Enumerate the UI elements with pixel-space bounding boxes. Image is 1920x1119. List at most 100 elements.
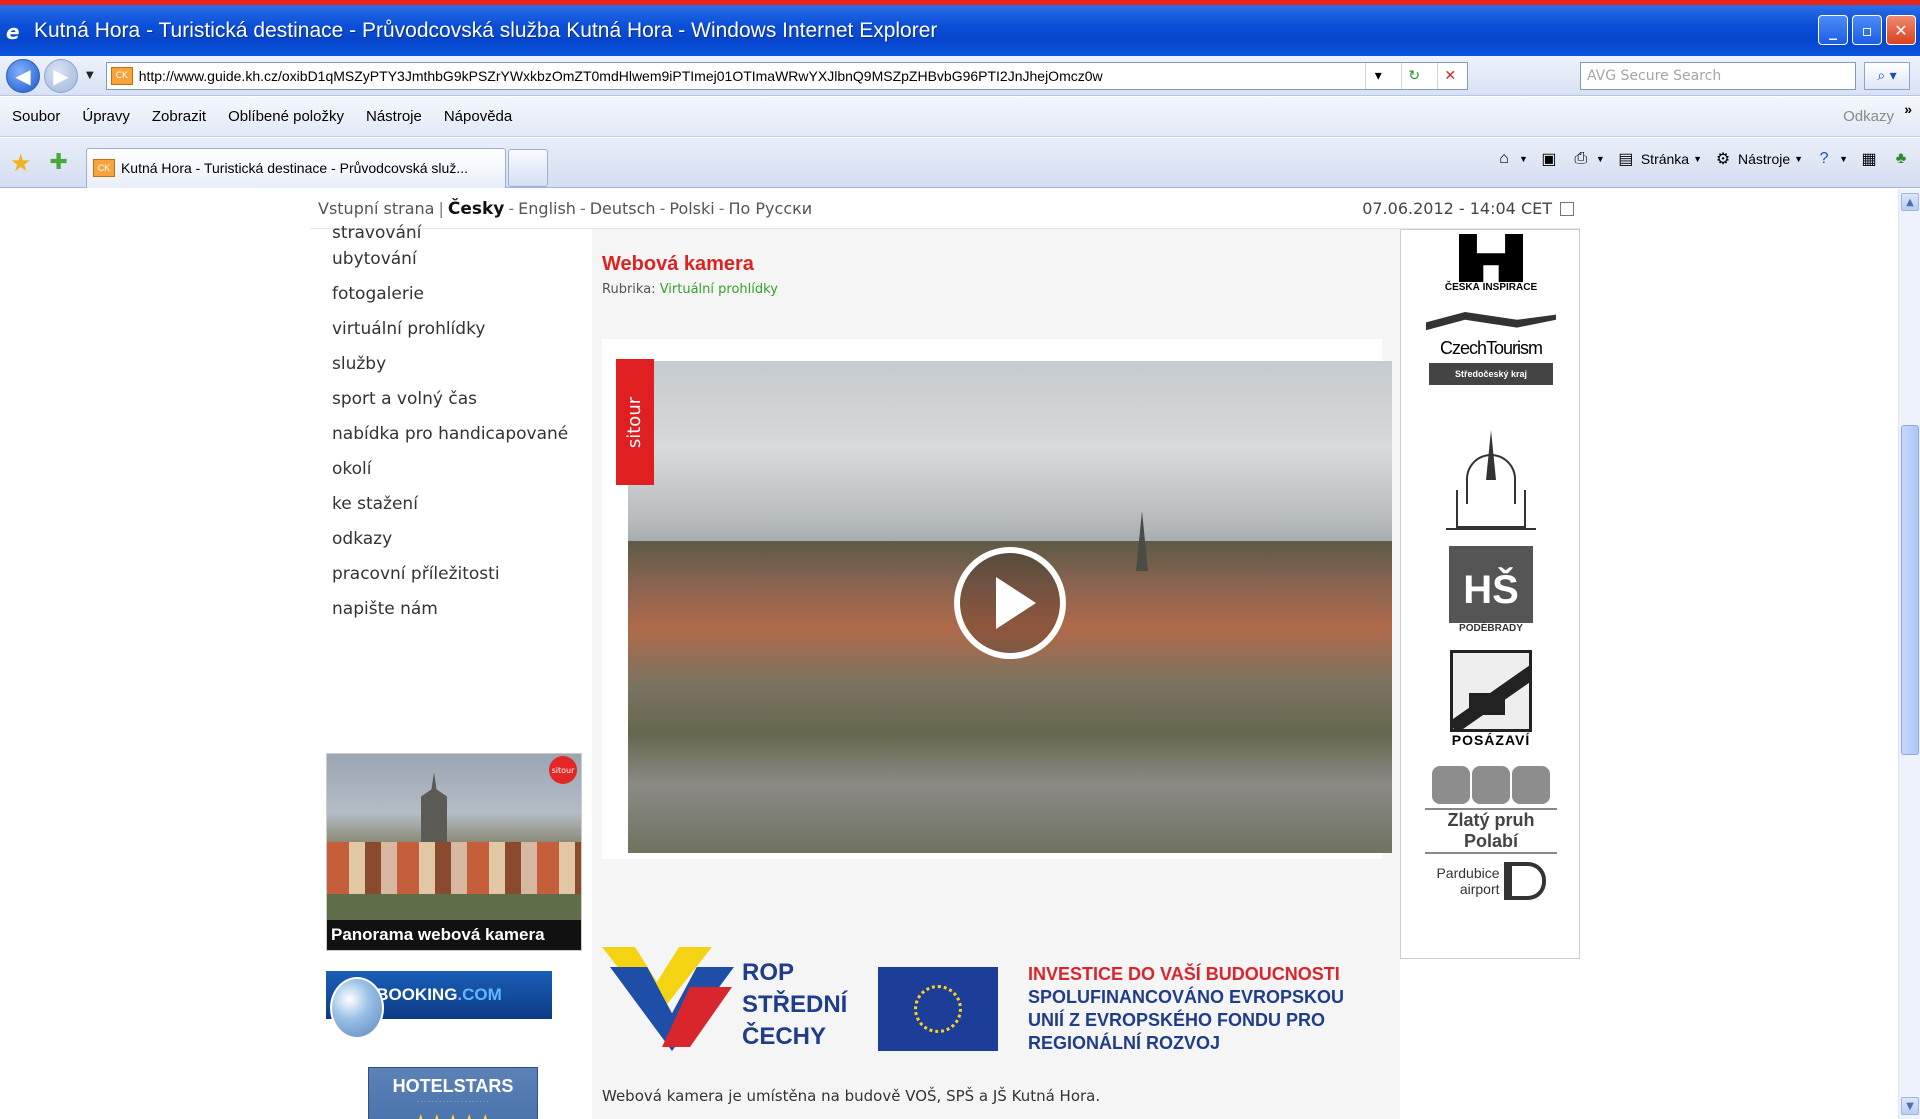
- lang-german[interactable]: Deutsch: [590, 199, 656, 218]
- research-button[interactable]: ▦: [1858, 148, 1880, 170]
- menu-view[interactable]: Zobrazit: [152, 108, 206, 125]
- panorama-caption: Panorama webová kamera: [327, 920, 581, 950]
- checkbox-icon[interactable]: [1560, 201, 1574, 216]
- hs-text: HŠ: [1463, 567, 1519, 612]
- menu-item[interactable]: odkazy: [332, 529, 392, 549]
- booking-banner[interactable]: BOOKING .COM: [326, 971, 552, 1039]
- ceska-inspirace-text: ČESKÁ INSPIRACE: [1444, 282, 1538, 293]
- vertical-scrollbar[interactable]: ▲ ▼: [1898, 189, 1920, 1119]
- menu-help[interactable]: Nápověda: [444, 108, 512, 125]
- pardubice-text: Pardubice airport: [1436, 865, 1500, 897]
- scroll-down-icon[interactable]: ▼: [1901, 1097, 1919, 1115]
- rubric: Rubrika: Virtuální prohlídky: [602, 282, 778, 297]
- lang-english[interactable]: English: [518, 199, 576, 218]
- history-dropdown-icon[interactable]: ▼: [86, 70, 94, 81]
- refresh-icon[interactable]: ↻: [1400, 62, 1427, 89]
- add-favorite-icon[interactable]: ✚: [50, 150, 68, 175]
- home-button[interactable]: ⌂ ▼: [1493, 148, 1528, 170]
- menu-item[interactable]: virtuální prohlídky: [332, 319, 485, 339]
- inv-line4: REGIONÁLNÍ ROZVOJ: [1028, 1033, 1221, 1053]
- close-button[interactable]: ✕: [1886, 15, 1916, 45]
- scroll-thumb[interactable]: [1901, 425, 1919, 755]
- lang-russian[interactable]: По Русски: [729, 199, 813, 218]
- menu-item[interactable]: okolí: [332, 459, 372, 479]
- minimize-button[interactable]: _: [1818, 15, 1848, 45]
- messenger-button[interactable]: ♣: [1890, 148, 1912, 170]
- rubric-link[interactable]: Virtuální prohlídky: [660, 282, 778, 297]
- play-button[interactable]: [954, 547, 1066, 659]
- print-dropdown-icon: ▼: [1595, 154, 1605, 164]
- links-more-icon[interactable]: »: [1904, 101, 1912, 117]
- menu-edit[interactable]: Úpravy: [82, 108, 130, 125]
- home-icon: ⌂: [1499, 150, 1509, 167]
- tab-active[interactable]: CK Kutná Hora - Turistická destinace - P…: [85, 147, 506, 188]
- ceska-inspirace-logo[interactable]: ČESKÁ INSPIRACE: [1421, 234, 1561, 293]
- zlaty-pruh-icons: [1421, 766, 1561, 804]
- page-menu-label: Stránka: [1640, 151, 1690, 167]
- eu-stars-icon: [914, 985, 962, 1033]
- search-button[interactable]: ⌕ ▾: [1864, 62, 1910, 90]
- print-button[interactable]: ⎙ ▼: [1570, 148, 1605, 170]
- menu-item[interactable]: služby: [332, 354, 386, 374]
- tools-dropdown-icon: ▼: [1794, 154, 1804, 164]
- gear-icon: ⚙: [1715, 151, 1731, 168]
- favorites-star-icon[interactable]: ★: [10, 149, 32, 177]
- menu-item[interactable]: napište nám: [332, 599, 438, 619]
- menu-item[interactable]: stravování: [332, 223, 421, 243]
- webcam-video[interactable]: [628, 361, 1392, 853]
- messenger-icon: ♣: [1895, 150, 1907, 167]
- menu-item[interactable]: ke stažení: [332, 494, 418, 514]
- lang-polish[interactable]: Polski: [669, 199, 714, 218]
- new-tab-button[interactable]: [507, 148, 548, 187]
- menu-tools[interactable]: Nástroje: [366, 108, 422, 125]
- links-label[interactable]: Odkazy: [1843, 108, 1894, 125]
- booking-text: BOOKING: [376, 985, 458, 1004]
- url-field[interactable]: CK http://www.guide.kh.cz/oxibD1qMSZyPTY…: [105, 61, 1468, 90]
- ie-logo-icon: e: [6, 19, 20, 44]
- pardubice-airport-logo[interactable]: Pardubice airport: [1421, 862, 1561, 900]
- url-text[interactable]: http://www.guide.kh.cz/oxibD1qMSZyPTY3Jm…: [139, 68, 1103, 84]
- page-menu-button[interactable]: ▤ Stránka ▼: [1615, 148, 1702, 170]
- url-dropdown-icon[interactable]: ▾: [1364, 62, 1391, 89]
- tab-favicon-icon: CK: [92, 159, 115, 177]
- lang-czech[interactable]: Česky: [448, 199, 505, 219]
- scroll-up-icon[interactable]: ▲: [1901, 193, 1919, 211]
- menu-file[interactable]: Soubor: [12, 108, 60, 125]
- czechtourism-text: CzechTourism: [1439, 338, 1543, 358]
- menu-favorites[interactable]: Oblíbené položky: [228, 108, 344, 125]
- menu-item[interactable]: pracovní příležitosti: [332, 564, 500, 584]
- home-link[interactable]: Vstupní strana: [318, 199, 434, 218]
- page-icon: ▤: [1618, 151, 1634, 168]
- maximize-button[interactable]: ▫: [1852, 15, 1882, 45]
- czechtourism-logo[interactable]: CzechTourism Středočeský kraj: [1421, 312, 1561, 385]
- separator: -: [579, 199, 586, 218]
- feeds-button[interactable]: ▣: [1538, 148, 1560, 170]
- stars-icon: ★★★★★: [369, 1111, 537, 1119]
- separator: -: [659, 199, 666, 218]
- panorama-webcam-banner[interactable]: sitour Panorama webová kamera: [326, 753, 582, 951]
- hotelstars-banner[interactable]: HOTELSTARS · · · · · · · · · · · · · · ·…: [368, 1067, 538, 1119]
- search-icon: ⌕ ▾: [1877, 68, 1897, 84]
- tools-menu-button[interactable]: ⚙ Nástroje ▼: [1712, 148, 1803, 170]
- sitour-badge: sitour: [549, 756, 577, 784]
- address-toolbar: ◀ ▶ ▼ CK http://www.guide.kh.cz/oxibD1qM…: [0, 56, 1920, 96]
- zlaty-pruh-logo[interactable]: Zlatý pruh Polabí: [1421, 766, 1561, 854]
- menu-item[interactable]: sport a volný čas: [332, 389, 477, 409]
- stop-icon[interactable]: ✕: [1436, 62, 1463, 89]
- search-input[interactable]: AVG Secure Search: [1580, 62, 1856, 90]
- tab-label: Kutná Hora - Turistická destinace - Prův…: [120, 160, 468, 176]
- back-button[interactable]: ◀: [6, 58, 40, 93]
- help-button[interactable]: ? ▼: [1813, 148, 1848, 170]
- menu-item[interactable]: fotogalerie: [332, 284, 424, 304]
- separator: -: [718, 199, 725, 218]
- church-partner-logo[interactable]: [1421, 430, 1561, 530]
- forward-button[interactable]: ▶: [44, 58, 78, 93]
- hs-podebrady-logo[interactable]: HŠ PODĚBRADY: [1421, 546, 1561, 634]
- ceska-inspirace-icon: [1459, 234, 1523, 282]
- menu-item[interactable]: ubytování: [332, 249, 417, 269]
- rop-text: ROP STŘEDNÍ ČECHY: [742, 957, 847, 1053]
- video-container: sitour: [602, 339, 1392, 859]
- menu-item[interactable]: nabídka pro handicapované: [332, 424, 568, 444]
- posazavi-logo[interactable]: POSÁZAVÍ: [1421, 650, 1561, 748]
- window-title: Kutná Hora - Turistická destinace - Prův…: [34, 18, 938, 42]
